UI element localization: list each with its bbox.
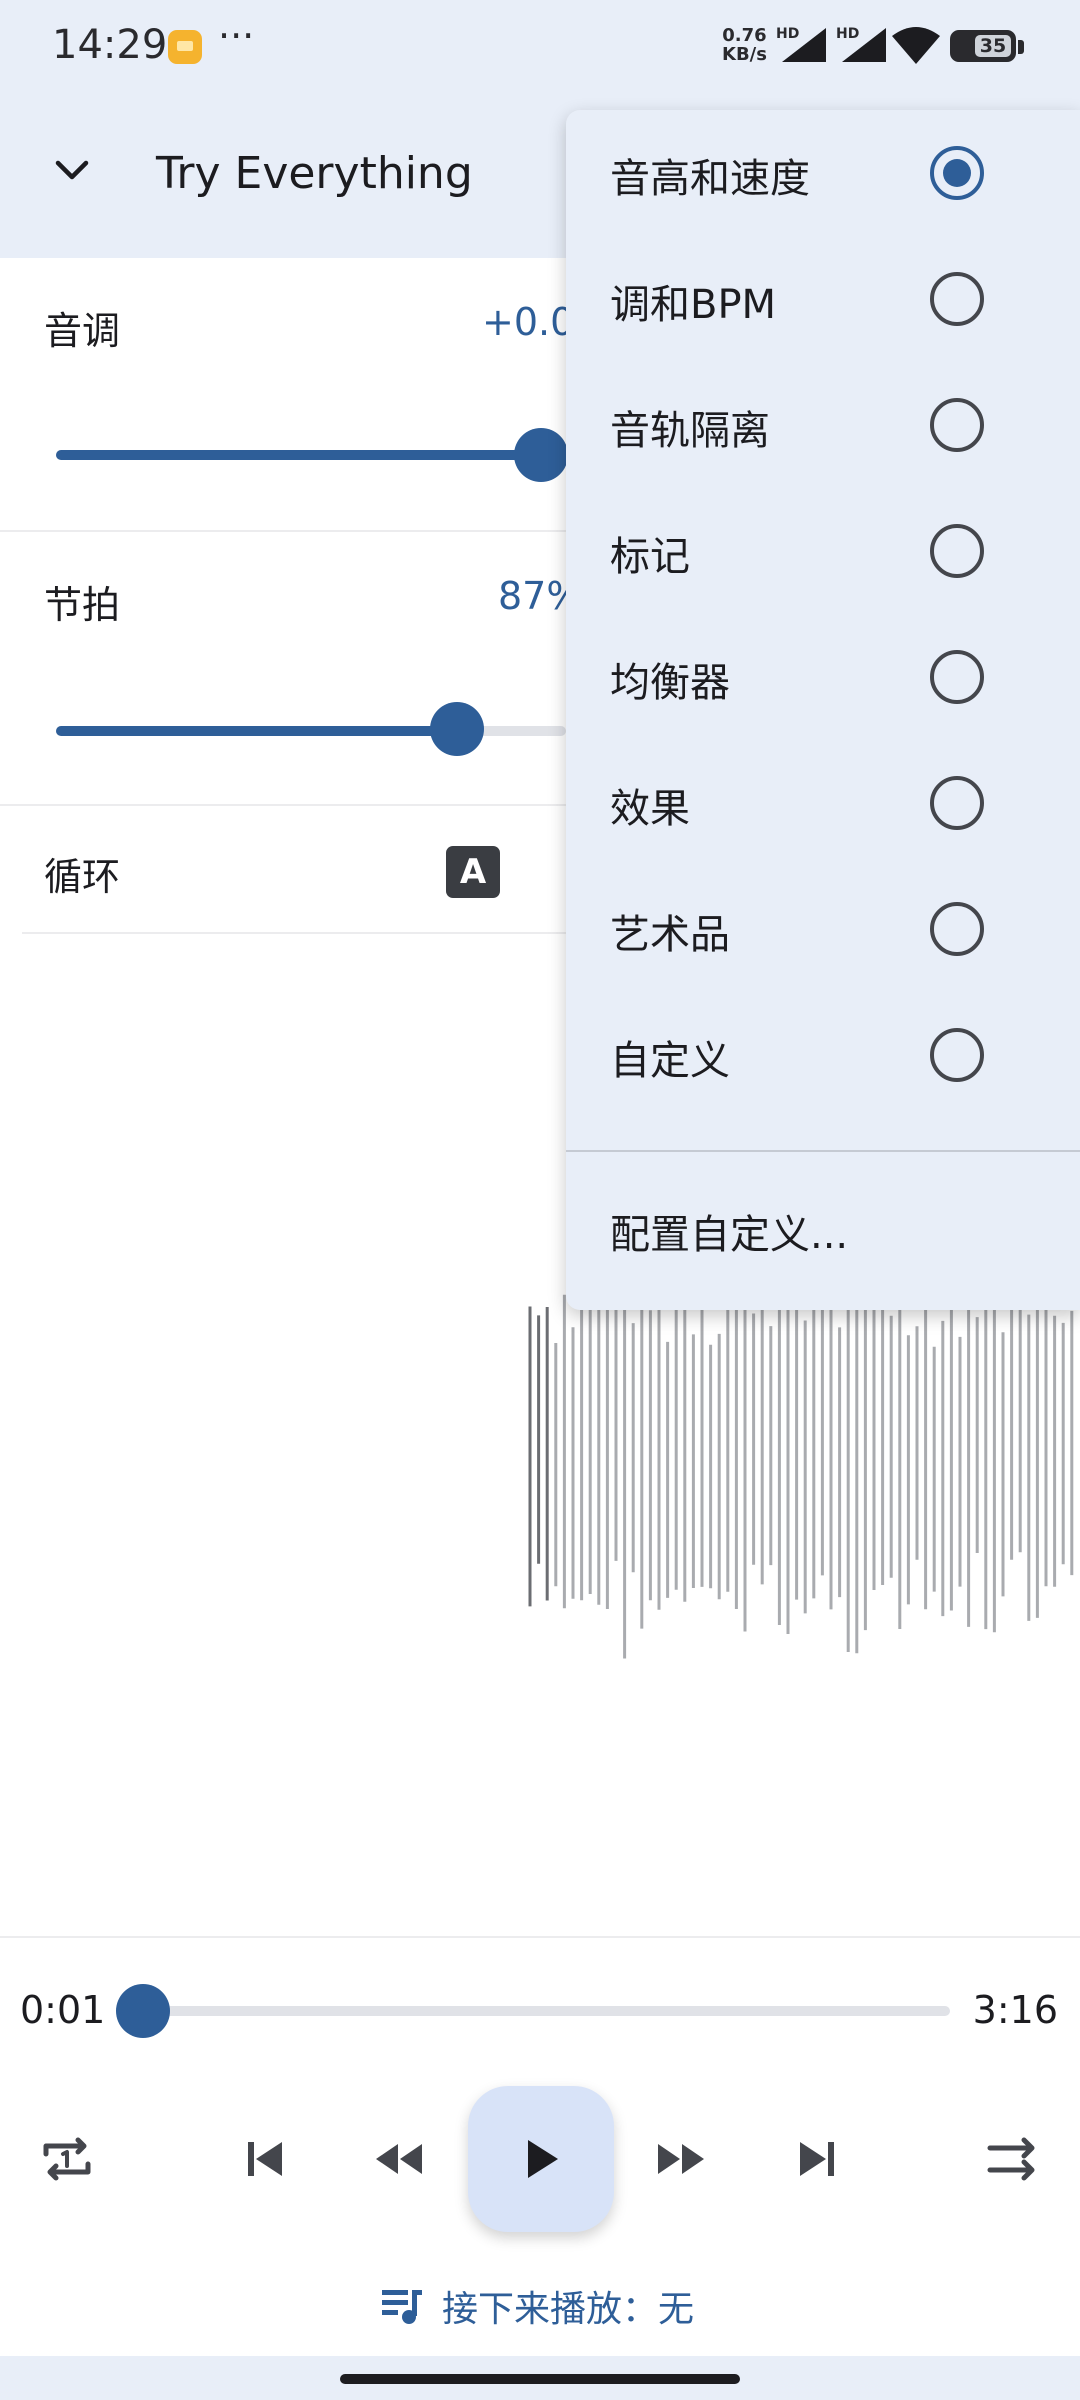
navigation-bar [0, 2356, 1080, 2400]
menu-item[interactable]: 音高和速度 [566, 110, 1080, 236]
menu-item[interactable]: 标记 [566, 488, 1080, 614]
menu-item[interactable]: 效果 [566, 740, 1080, 866]
network-speed: 0.76 KB/s [722, 26, 767, 64]
menu-item-label: 艺术品 [610, 912, 730, 958]
chevron-down-icon[interactable] [52, 150, 92, 190]
pitch-value[interactable]: +0.0 [482, 300, 574, 344]
track-duration: 3:16 [972, 1988, 1058, 2032]
network-speed-unit: KB/s [722, 44, 767, 65]
divider [0, 1936, 1080, 1938]
radio-unchecked-icon[interactable] [930, 524, 984, 578]
status-time: 14:29 [52, 22, 168, 68]
skip-next-icon[interactable] [782, 2124, 852, 2194]
menu-item[interactable]: 均衡器 [566, 614, 1080, 740]
play-icon [528, 2140, 558, 2178]
radio-checked-icon[interactable] [930, 146, 984, 200]
tempo-slider-fill [56, 726, 439, 736]
song-title: Try Everything [156, 148, 473, 199]
status-bar: 14:29 ··· 0.76 KB/s HD HD 35 [0, 0, 1080, 92]
radio-unchecked-icon[interactable] [930, 650, 984, 704]
tempo-slider-track[interactable] [56, 726, 566, 736]
repeat-one-icon[interactable] [32, 2124, 102, 2194]
queue-music-icon [382, 2290, 422, 2324]
pitch-slider-track[interactable] [56, 450, 560, 460]
battery-tip [1018, 40, 1024, 54]
pitch-slider-fill [56, 450, 535, 460]
menu-item-label: 均衡器 [610, 660, 730, 706]
message-notification-icon [168, 30, 202, 64]
menu-item-label: 音轨隔离 [610, 408, 770, 454]
menu-item-label: 调和BPM [610, 282, 777, 328]
tempo-label: 节拍 [44, 583, 121, 627]
home-gesture-handle[interactable] [340, 2374, 740, 2384]
loop-label: 循环 [44, 855, 121, 899]
up-next-label: 接下来播放：无 [442, 2289, 695, 2330]
fast-forward-icon[interactable] [646, 2124, 716, 2194]
current-position: 0:01 [20, 1988, 106, 2032]
pitch-label: 音调 [44, 309, 121, 353]
battery-level: 35 [975, 35, 1011, 57]
menu-divider [566, 1150, 1080, 1152]
more-notifications-icon: ··· [218, 14, 255, 58]
menu-item[interactable]: 自定义 [566, 992, 1080, 1118]
battery-icon: 35 [950, 30, 1016, 62]
menu-item[interactable]: 艺术品 [566, 866, 1080, 992]
wifi-icon [892, 27, 940, 64]
skip-previous-icon[interactable] [230, 2124, 300, 2194]
radio-unchecked-icon[interactable] [930, 902, 984, 956]
radio-unchecked-icon[interactable] [930, 1028, 984, 1082]
radio-unchecked-icon[interactable] [930, 398, 984, 452]
radio-unchecked-icon[interactable] [930, 776, 984, 830]
rewind-icon[interactable] [364, 2124, 434, 2194]
shuffle-order-icon[interactable] [978, 2124, 1048, 2194]
menu-item[interactable]: 调和BPM [566, 236, 1080, 362]
radio-unchecked-icon[interactable] [930, 272, 984, 326]
radio-dot [943, 159, 971, 187]
loop-a-button[interactable]: A [446, 846, 500, 898]
pitch-slider-thumb[interactable] [514, 428, 568, 482]
view-mode-menu: 音高和速度调和BPM 音轨隔离标记均衡器效果艺术品自定义 配置自定义... [566, 110, 1080, 1310]
menu-item-label: 自定义 [610, 1038, 730, 1084]
menu-item-label: 效果 [610, 786, 690, 832]
seek-bar[interactable] [142, 2006, 950, 2016]
tempo-slider-thumb[interactable] [430, 702, 484, 756]
play-button[interactable] [468, 2086, 614, 2232]
network-speed-value: 0.76 [722, 25, 767, 46]
menu-item[interactable]: 音轨隔离 [566, 362, 1080, 488]
signal-icon [782, 28, 826, 62]
signal-icon-2 [842, 28, 886, 62]
menu-item-label: 标记 [610, 534, 690, 580]
seek-thumb[interactable] [116, 1984, 170, 2038]
configure-custom-menu-item[interactable]: 配置自定义... [610, 1202, 848, 1260]
menu-item-label: 音高和速度 [610, 156, 810, 202]
